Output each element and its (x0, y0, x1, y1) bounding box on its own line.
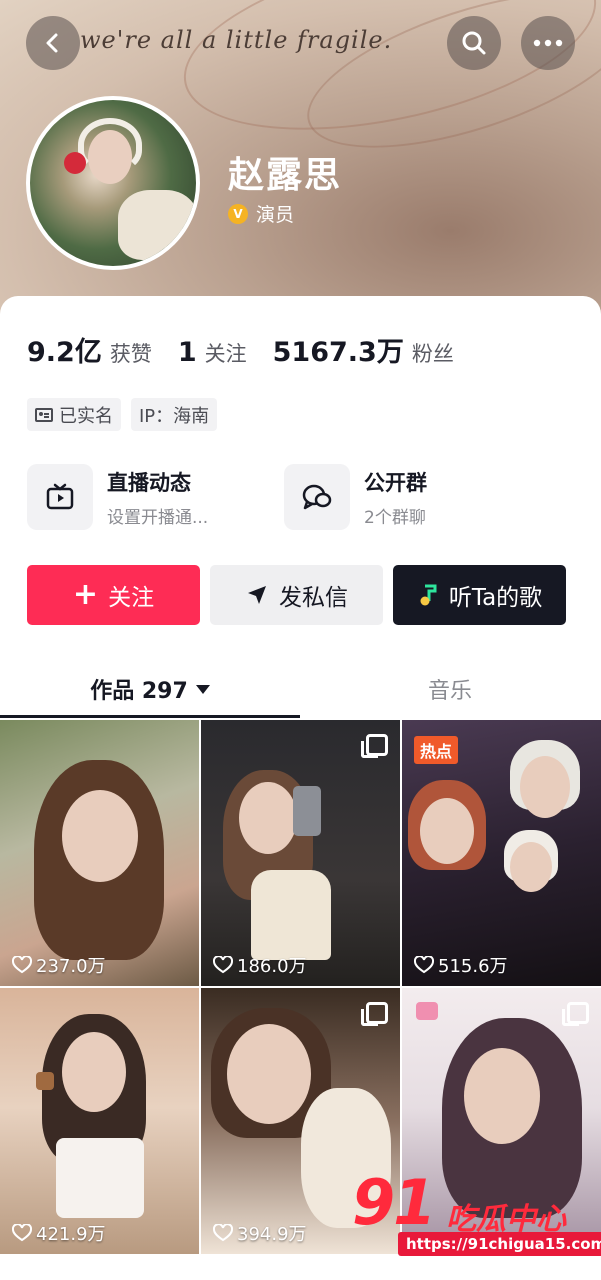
group-chat-icon (302, 484, 332, 510)
like-count: 394.9万 (213, 1220, 307, 1246)
tab-music-label: 音乐 (427, 679, 472, 704)
following-count[interactable]: 1 (178, 337, 197, 368)
listen-music-button[interactable]: 听Ta的歌 (393, 565, 566, 625)
like-count: 186.0万 (213, 952, 307, 978)
ip-tag-label: IP：海南 (139, 405, 210, 427)
like-count-value: 421.9万 (36, 1224, 106, 1245)
follow-label: 关注 (108, 585, 155, 611)
watermark-number: 91 (352, 1166, 436, 1239)
watermark-url: https://91chigua15.com (398, 1232, 601, 1256)
ip-tag: IP：海南 (131, 398, 218, 431)
send-icon (248, 586, 266, 604)
live-feature-subtitle: 设置开播通... (107, 507, 209, 528)
feature-group-icon-box (284, 464, 350, 530)
id-card-icon (35, 407, 53, 422)
likes-label: 获赞 (109, 342, 152, 366)
multi-image-icon (361, 734, 388, 758)
message-label: 发私信 (279, 585, 348, 611)
like-count-value: 237.0万 (36, 956, 106, 977)
chevron-left-icon (46, 33, 58, 53)
like-count: 421.9万 (12, 1220, 106, 1246)
listen-music-label: 听Ta的歌 (448, 585, 543, 611)
video-thumbnail[interactable]: 186.0万 (201, 720, 400, 986)
tab-works[interactable]: 作品 297 (0, 660, 300, 718)
stats-row: 9.2亿 获赞 1 关注 5167.3万 粉丝 (27, 330, 480, 369)
live-feature[interactable]: 直播动态 设置开播通... (27, 464, 208, 530)
video-grid: 237.0万 186.0万 热点 515.6万 421.9万 394.9万 (0, 720, 601, 1254)
like-count-value: 515.6万 (438, 956, 508, 977)
video-thumbnail[interactable]: 237.0万 (0, 720, 199, 986)
heart-outline-icon (213, 1224, 233, 1242)
like-count-value: 186.0万 (237, 956, 307, 977)
like-count-value: 394.9万 (237, 1224, 307, 1245)
profile-role: V 演员 (228, 200, 294, 227)
plus-icon: + (72, 577, 99, 612)
heart-outline-icon (414, 956, 434, 974)
verified-tag-label: 已实名 (59, 405, 113, 427)
tab-music[interactable]: 音乐 (300, 660, 600, 718)
group-feature-subtitle: 2个群聊 (364, 507, 426, 528)
action-buttons: + 关注 发私信 听Ta的歌 (27, 565, 566, 625)
like-count: 515.6万 (414, 952, 508, 978)
avatar[interactable] (26, 96, 200, 270)
followers-count[interactable]: 5167.3万 (273, 330, 404, 369)
more-dots-icon (533, 39, 563, 47)
profile-name: 赵露思 (228, 155, 343, 196)
multi-image-icon (562, 1002, 589, 1026)
live-feature-title: 直播动态 (107, 470, 191, 495)
tab-works-label: 作品 297 (90, 679, 188, 704)
more-button[interactable] (521, 16, 575, 70)
like-count: 237.0万 (12, 952, 106, 978)
heart-outline-icon (12, 956, 32, 974)
heart-outline-icon (213, 956, 233, 974)
verified-tag: 已实名 (27, 398, 121, 431)
profile-tags: 已实名 IP：海南 (27, 398, 218, 431)
video-thumbnail[interactable]: 热点 515.6万 (402, 720, 601, 986)
content-tabs: 作品 297 音乐 (0, 660, 601, 718)
verified-badge-icon: V (228, 203, 248, 224)
group-feature[interactable]: 公开群 2个群聊 (284, 464, 427, 530)
banner-text: we're all a little fragile. (80, 26, 393, 54)
search-button[interactable] (447, 16, 501, 70)
heart-outline-icon (12, 1224, 32, 1242)
caret-down-icon[interactable] (195, 684, 210, 694)
role-text: 演员 (256, 204, 295, 226)
following-label[interactable]: 关注 (205, 338, 247, 368)
message-button[interactable]: 发私信 (210, 565, 383, 625)
back-button[interactable] (26, 16, 80, 70)
music-note-icon (420, 584, 437, 606)
tv-icon (46, 483, 74, 510)
followers-label[interactable]: 粉丝 (412, 338, 454, 368)
search-icon (462, 31, 486, 55)
group-feature-title: 公开群 (364, 470, 427, 495)
feature-live-icon-box (27, 464, 93, 530)
video-thumbnail[interactable]: 421.9万 (0, 988, 199, 1254)
hot-badge: 热点 (414, 736, 459, 764)
likes-count: 9.2亿 (27, 337, 102, 368)
multi-image-icon (361, 1002, 388, 1026)
follow-button[interactable]: + 关注 (27, 565, 200, 625)
